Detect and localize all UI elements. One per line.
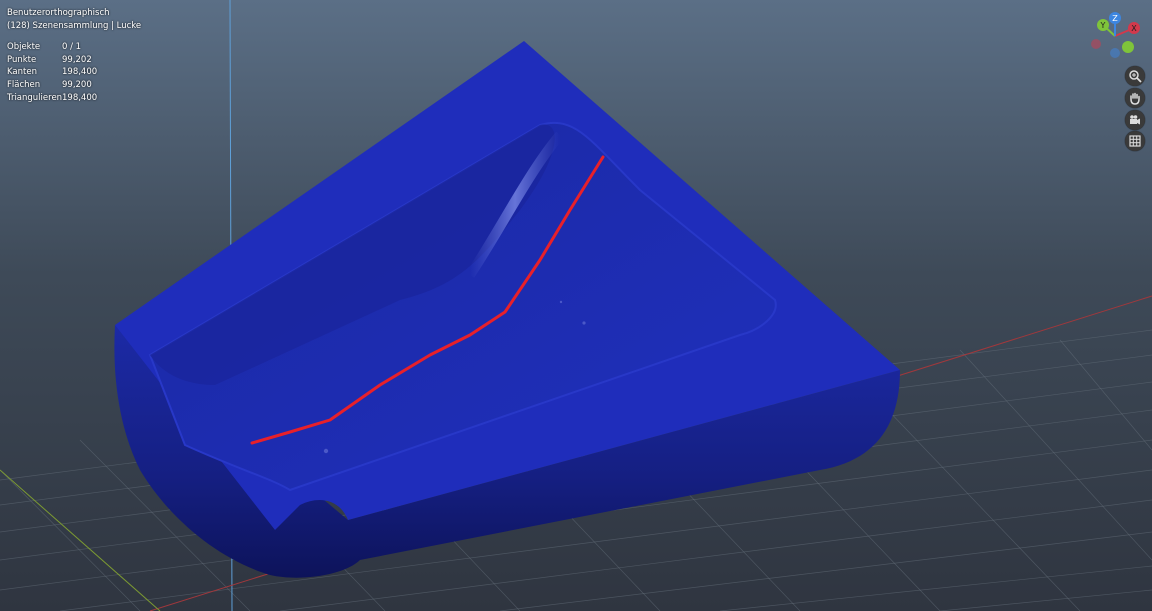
stats-row: Objekte 0 / 1: [7, 41, 141, 54]
y-axis-line: [0, 469, 161, 611]
pan-button[interactable]: [1125, 88, 1145, 108]
camera-icon: [1130, 115, 1140, 125]
gizmo-y-label: Y: [1100, 21, 1106, 30]
collection-name: (128) Szenensammlung | Lucke: [7, 20, 142, 31]
stats-value: 198,400: [62, 67, 98, 78]
stats-row: Flächen 99,200: [7, 79, 141, 92]
gizmo-neg-y[interactable]: [1122, 41, 1134, 53]
viewport-overlay: Benutzerorthographisch (128) Szenensamml…: [7, 7, 141, 104]
mesh-dot: [323, 448, 329, 454]
gizmo-x-label: X: [1131, 24, 1137, 33]
stats-label: Punkte: [7, 54, 37, 65]
stats-label: Triangulieren: [7, 92, 63, 103]
grid-view-button[interactable]: [1125, 131, 1145, 151]
navigation-gizmo[interactable]: X Y Z: [1088, 10, 1142, 62]
stats-label: Flächen: [7, 79, 41, 90]
stats-value: 198,400: [62, 92, 98, 103]
stats-value: 0 / 1: [62, 42, 82, 53]
stats-row: Kanten 198,400: [7, 66, 141, 79]
view-name: Benutzerorthographisch: [7, 8, 110, 18]
3d-viewport[interactable]: [0, 0, 1152, 611]
stats-row: Punkte 99,202: [7, 54, 141, 67]
stats-panel: Objekte 0 / 1 Punkte 99,202 Kanten 198,400 …: [7, 41, 141, 104]
stats-label: Kanten: [7, 67, 37, 78]
mesh-dot: [559, 300, 563, 304]
hand-icon: [1130, 92, 1140, 105]
grid-icon: [1129, 135, 1141, 147]
mesh-object[interactable]: [114, 41, 901, 578]
stats-row: Triangulieren 198,400: [7, 92, 141, 105]
gizmo-z-label: Z: [1112, 14, 1118, 23]
zoom-icon: [1129, 70, 1142, 83]
zoom-button[interactable]: [1125, 66, 1145, 86]
gizmo-neg-x[interactable]: [1091, 39, 1101, 49]
stats-value: 99,200: [62, 79, 92, 90]
gizmo-neg-z[interactable]: [1110, 48, 1120, 58]
stats-value: 99,202: [62, 54, 92, 65]
mesh-dot: [582, 321, 586, 325]
stats-label: Objekte: [7, 42, 41, 53]
camera-view-button[interactable]: [1125, 110, 1145, 130]
